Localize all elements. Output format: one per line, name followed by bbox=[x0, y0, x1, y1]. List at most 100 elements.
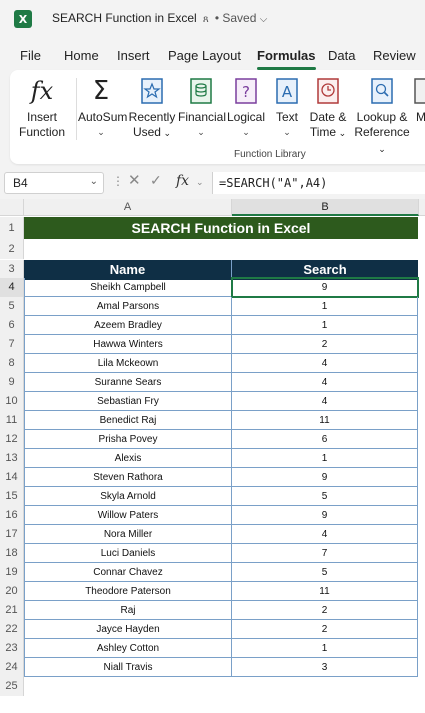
financial-button[interactable]: Financial ⌄ bbox=[178, 74, 226, 140]
row-header[interactable]: 11 bbox=[0, 411, 24, 430]
row-header[interactable]: 24 bbox=[0, 658, 24, 677]
more-functions-button[interactable]: M bbox=[414, 74, 425, 125]
chevron-down-icon[interactable]: ⌄ bbox=[90, 176, 98, 187]
row-header[interactable]: 13 bbox=[0, 449, 24, 468]
lookup-reference-button[interactable]: Lookup & Reference ⌄ bbox=[352, 74, 412, 157]
search-header-cell[interactable]: Search bbox=[232, 260, 418, 280]
tab-review[interactable]: Review bbox=[373, 48, 416, 63]
row-header[interactable]: 8 bbox=[0, 354, 24, 373]
search-cell[interactable]: 4 bbox=[232, 525, 418, 544]
search-cell[interactable]: 5 bbox=[232, 563, 418, 582]
autosum-button[interactable]: Σ AutoSum ⌄ bbox=[78, 74, 127, 140]
name-box[interactable]: B4 ⌄ bbox=[4, 172, 104, 194]
search-cell[interactable]: 7 bbox=[232, 544, 418, 563]
search-cell[interactable]: 9 bbox=[232, 506, 418, 525]
row-header[interactable]: 20 bbox=[0, 582, 24, 601]
excel-logo-icon[interactable]: X bbox=[14, 10, 32, 28]
name-cell[interactable]: Lila Mckeown bbox=[24, 354, 232, 373]
tab-formulas[interactable]: Formulas bbox=[257, 48, 316, 70]
row-header[interactable]: 10 bbox=[0, 392, 24, 411]
row-header[interactable]: 16 bbox=[0, 506, 24, 525]
tab-page-layout[interactable]: Page Layout bbox=[168, 48, 241, 63]
name-cell[interactable]: Suranne Sears bbox=[24, 373, 232, 392]
sheet-title-cell[interactable]: SEARCH Function in Excel bbox=[24, 217, 418, 239]
name-cell[interactable]: Amal Parsons bbox=[24, 297, 232, 316]
name-cell[interactable]: Jayce Hayden bbox=[24, 620, 232, 639]
column-header-a[interactable]: A bbox=[24, 199, 232, 216]
name-cell[interactable]: Raj bbox=[24, 601, 232, 620]
date-time-button[interactable]: Date & Time ⌄ bbox=[306, 74, 350, 141]
name-cell[interactable]: Sheikh Campbell bbox=[24, 278, 232, 297]
document-title[interactable]: SEARCH Function in Excel ጸ • Saved ⌵ bbox=[52, 11, 267, 25]
name-cell[interactable]: Hawwa Winters bbox=[24, 335, 232, 354]
search-cell[interactable]: 5 bbox=[232, 487, 418, 506]
search-cell[interactable]: 4 bbox=[232, 373, 418, 392]
name-cell[interactable]: Luci Daniels bbox=[24, 544, 232, 563]
search-cell[interactable]: 3 bbox=[232, 658, 418, 677]
row-header[interactable]: 2 bbox=[0, 239, 24, 259]
name-cell[interactable]: Nora Miller bbox=[24, 525, 232, 544]
row-header[interactable]: 19 bbox=[0, 563, 24, 582]
search-cell[interactable]: 11 bbox=[232, 582, 418, 601]
name-cell[interactable]: Willow Paters bbox=[24, 506, 232, 525]
row-header[interactable]: 7 bbox=[0, 335, 24, 354]
row-header[interactable]: 17 bbox=[0, 525, 24, 544]
name-cell[interactable]: Theodore Paterson bbox=[24, 582, 232, 601]
chevron-down-icon[interactable]: ⌄ bbox=[196, 177, 204, 188]
tab-insert[interactable]: Insert bbox=[117, 48, 150, 63]
row-header[interactable]: 14 bbox=[0, 468, 24, 487]
row-header[interactable]: 21 bbox=[0, 601, 24, 620]
row-header[interactable]: 4 bbox=[0, 278, 24, 297]
row-header[interactable]: 15 bbox=[0, 487, 24, 506]
name-cell[interactable]: Azeem Bradley bbox=[24, 316, 232, 335]
search-cell[interactable]: 4 bbox=[232, 392, 418, 411]
insert-function-button[interactable]: fx Insert Function bbox=[18, 74, 66, 140]
search-cell[interactable]: 1 bbox=[232, 449, 418, 468]
search-cell[interactable]: 1 bbox=[232, 639, 418, 658]
name-header-cell[interactable]: Name bbox=[24, 260, 232, 280]
search-cell[interactable]: 1 bbox=[232, 297, 418, 316]
row-header[interactable]: 18 bbox=[0, 544, 24, 563]
row-header[interactable]: 22 bbox=[0, 620, 24, 639]
search-cell[interactable]: 1 bbox=[232, 316, 418, 335]
name-cell[interactable]: Steven Rathora bbox=[24, 468, 232, 487]
name-cell[interactable]: Benedict Raj bbox=[24, 411, 232, 430]
row-header[interactable]: 12 bbox=[0, 430, 24, 449]
name-cell[interactable]: Connar Chavez bbox=[24, 563, 232, 582]
row-header[interactable]: 6 bbox=[0, 316, 24, 335]
search-cell[interactable]: 2 bbox=[232, 620, 418, 639]
name-cell[interactable]: Prisha Povey bbox=[24, 430, 232, 449]
tab-data[interactable]: Data bbox=[328, 48, 355, 63]
select-all-corner[interactable] bbox=[0, 199, 24, 216]
column-header-b[interactable]: B bbox=[232, 199, 419, 216]
name-cell[interactable]: Skyla Arnold bbox=[24, 487, 232, 506]
text-button[interactable]: A Text ⌄ bbox=[272, 74, 302, 140]
name-cell[interactable]: Ashley Cotton bbox=[24, 639, 232, 658]
name-cell[interactable]: Alexis bbox=[24, 449, 232, 468]
row-header[interactable]: 23 bbox=[0, 639, 24, 658]
search-cell[interactable]: 2 bbox=[232, 335, 418, 354]
search-cell[interactable]: 9 bbox=[232, 468, 418, 487]
enter-check-icon[interactable]: ✓ bbox=[150, 172, 162, 189]
recently-used-button[interactable]: Recently Used ⌄ bbox=[128, 74, 176, 141]
tab-file[interactable]: File bbox=[20, 48, 41, 63]
name-cell[interactable]: Niall Travis bbox=[24, 658, 232, 677]
row-header[interactable]: 9 bbox=[0, 373, 24, 392]
logical-button[interactable]: ? Logical ⌄ bbox=[226, 74, 266, 140]
insert-function-icon[interactable]: fx bbox=[176, 173, 189, 189]
search-cell[interactable]: 2 bbox=[232, 601, 418, 620]
row-header[interactable]: 3 bbox=[0, 260, 24, 279]
column-header-c[interactable] bbox=[419, 199, 425, 216]
formula-input[interactable]: =SEARCH("A",A4) bbox=[212, 172, 425, 194]
row-header[interactable]: 1 bbox=[0, 217, 24, 239]
search-cell[interactable]: 4 bbox=[232, 354, 418, 373]
row-header[interactable]: 5 bbox=[0, 297, 24, 316]
chevron-down-icon[interactable]: ⌵ bbox=[260, 14, 268, 25]
name-cell[interactable]: Sebastian Fry bbox=[24, 392, 232, 411]
more-dots-icon[interactable]: ⋮ bbox=[112, 174, 124, 188]
active-search-cell[interactable]: 9 bbox=[231, 277, 419, 298]
row-header[interactable]: 25 bbox=[0, 677, 24, 696]
cancel-icon[interactable]: ✕ bbox=[128, 171, 141, 189]
tab-home[interactable]: Home bbox=[64, 48, 99, 63]
search-cell[interactable]: 11 bbox=[232, 411, 418, 430]
